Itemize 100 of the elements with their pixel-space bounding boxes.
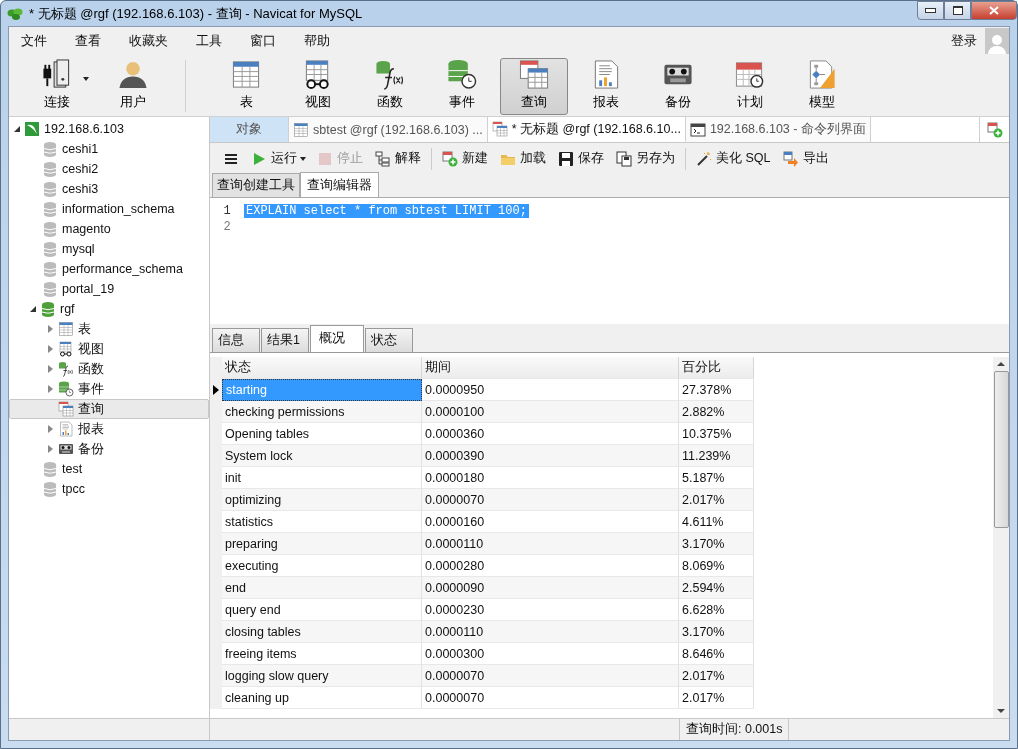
menu-item[interactable]: 工具	[190, 33, 232, 50]
editor-tab[interactable]: 查询创建工具	[212, 173, 300, 197]
table-cell[interactable]: 0.0000070	[422, 687, 679, 709]
table-cell[interactable]: cleaning up	[222, 687, 422, 709]
toolbar-button[interactable]: 解释	[370, 148, 426, 169]
table-cell[interactable]: 0.0000390	[422, 445, 679, 467]
new-query-icon	[442, 150, 458, 167]
column-header[interactable]: 期间	[422, 357, 679, 379]
toolbar-button[interactable]: 表	[212, 57, 280, 115]
close-button[interactable]	[971, 1, 1017, 20]
toolbar-button[interactable]: 查询	[500, 57, 568, 115]
tree-item[interactable]: ceshi1	[9, 139, 209, 159]
tree-item[interactable]: performance_schema	[9, 259, 209, 279]
table-cell[interactable]: 0.0000110	[422, 621, 679, 643]
result-tab[interactable]: 概况	[310, 325, 364, 352]
tree-item[interactable]: 事件	[9, 379, 209, 399]
editor-tab[interactable]: 查询编辑器	[300, 172, 379, 197]
collapse-arrow-icon[interactable]	[30, 306, 36, 312]
play-icon	[251, 150, 267, 167]
dropdown-arrow-icon[interactable]	[83, 77, 89, 81]
toolbar-button[interactable]: 保存	[553, 148, 609, 169]
toolbar-button[interactable]: 计划	[716, 57, 784, 115]
tree-item[interactable]: information_schema	[9, 199, 209, 219]
login-link[interactable]: 登录	[951, 33, 977, 50]
column-header[interactable]: 百分比	[679, 357, 754, 379]
table-cell[interactable]: checking permissions	[222, 401, 422, 423]
dropdown-arrow-icon[interactable]	[300, 156, 306, 161]
expand-arrow-icon[interactable]	[48, 385, 53, 393]
table-cell[interactable]: 0.0000100	[422, 401, 679, 423]
toolbar-button[interactable]: 事件	[428, 57, 496, 115]
toolbar-button[interactable]: 美化 SQL	[691, 148, 776, 169]
expand-arrow-icon[interactable]	[48, 345, 53, 353]
table-cell[interactable]: 11.239%	[679, 445, 754, 467]
minimize-button[interactable]	[917, 1, 944, 20]
table-cell[interactable]: System lock	[222, 445, 422, 467]
toolbar-button[interactable]: 函数	[356, 57, 424, 115]
tree-item[interactable]: mysql	[9, 239, 209, 259]
document-tab[interactable]: 192.168.6.103 - 命令列界面	[685, 117, 871, 142]
tree-item[interactable]: 视图	[9, 339, 209, 359]
table-cell[interactable]: 0.0000070	[422, 489, 679, 511]
tree-item[interactable]: 表	[9, 319, 209, 339]
toolbar-button[interactable]: 备份	[644, 57, 712, 115]
menu-item[interactable]: 收藏夹	[123, 33, 178, 50]
table-cell[interactable]: 0.0000070	[422, 665, 679, 687]
table-cell[interactable]: logging slow query	[222, 665, 422, 687]
table-cell[interactable]: 2.017%	[679, 489, 754, 511]
tree-item[interactable]: 192.168.6.103	[9, 119, 209, 139]
table-cell[interactable]: 2.017%	[679, 687, 754, 709]
table-cell[interactable]: 0.0000110	[422, 533, 679, 555]
table-cell[interactable]: 0.0000090	[422, 577, 679, 599]
toolbar-button[interactable]: 报表	[572, 57, 640, 115]
toolbar-button[interactable]: 模型	[788, 57, 856, 115]
column-header[interactable]: 状态	[222, 357, 422, 379]
expand-arrow-icon[interactable]	[48, 425, 53, 433]
toolbar-button[interactable]: 用户	[99, 57, 167, 115]
maximize-button[interactable]	[944, 1, 971, 20]
toolbar-button[interactable]: 连接	[23, 57, 91, 115]
sql-editor[interactable]: 1 EXPLAIN select * from sbtest LIMIT 100; 2	[210, 198, 1009, 324]
table-cell[interactable]: 3.170%	[679, 621, 754, 643]
tree-item[interactable]: ceshi3	[9, 179, 209, 199]
toolbar-button[interactable]: 新建	[437, 148, 493, 169]
table-cell[interactable]: 3.170%	[679, 533, 754, 555]
tree-item[interactable]: 查询	[9, 399, 209, 419]
tree-item[interactable]: rgf	[9, 299, 209, 319]
tree-item[interactable]: test	[9, 459, 209, 479]
avatar-icon	[985, 28, 1009, 54]
expand-arrow-icon[interactable]	[48, 445, 53, 453]
vertical-scrollbar[interactable]	[993, 357, 1009, 718]
table-cell[interactable]: optimizing	[222, 489, 422, 511]
table-cell[interactable]: end	[222, 577, 422, 599]
table-cell[interactable]: 2.594%	[679, 577, 754, 599]
menu-item[interactable]: 文件	[15, 33, 57, 50]
menu-item[interactable]: 帮助	[298, 33, 340, 50]
close-icon	[989, 6, 999, 15]
table-cell[interactable]: 2.017%	[679, 665, 754, 687]
expand-arrow-icon[interactable]	[48, 325, 53, 333]
tree-item[interactable]: portal_19	[9, 279, 209, 299]
menu-item[interactable]: 查看	[69, 33, 111, 50]
result-tab[interactable]: 状态	[365, 328, 413, 352]
expand-arrow-icon[interactable]	[48, 365, 53, 373]
tree-item[interactable]: 报表	[9, 419, 209, 439]
tree-item[interactable]: magento	[9, 219, 209, 239]
tree-item[interactable]: 函数	[9, 359, 209, 379]
save-as-icon	[616, 150, 632, 167]
document-tab[interactable]: sbtest @rgf (192.168.6.103) ...	[289, 117, 488, 142]
table-cell[interactable]: 2.882%	[679, 401, 754, 423]
toolbar-button[interactable]: 加载	[495, 148, 551, 169]
toolbar-button[interactable]: 另存为	[611, 148, 680, 169]
result-tab[interactable]: 结果1	[261, 328, 309, 352]
tree-item[interactable]: 备份	[9, 439, 209, 459]
tree-item[interactable]: tpcc	[9, 479, 209, 499]
document-tab[interactable]: 对象	[210, 117, 289, 142]
toolbar-button[interactable]: 视图	[284, 57, 352, 115]
menu-item[interactable]: 窗口	[244, 33, 286, 50]
toolbar-button[interactable]: 导出	[777, 148, 834, 169]
table-cell[interactable]: preparing	[222, 533, 422, 555]
tree-item[interactable]: ceshi2	[9, 159, 209, 179]
result-tab[interactable]: 信息	[212, 328, 260, 352]
toolbar-button[interactable]: 运行	[246, 148, 302, 169]
table-cell[interactable]: closing tables	[222, 621, 422, 643]
